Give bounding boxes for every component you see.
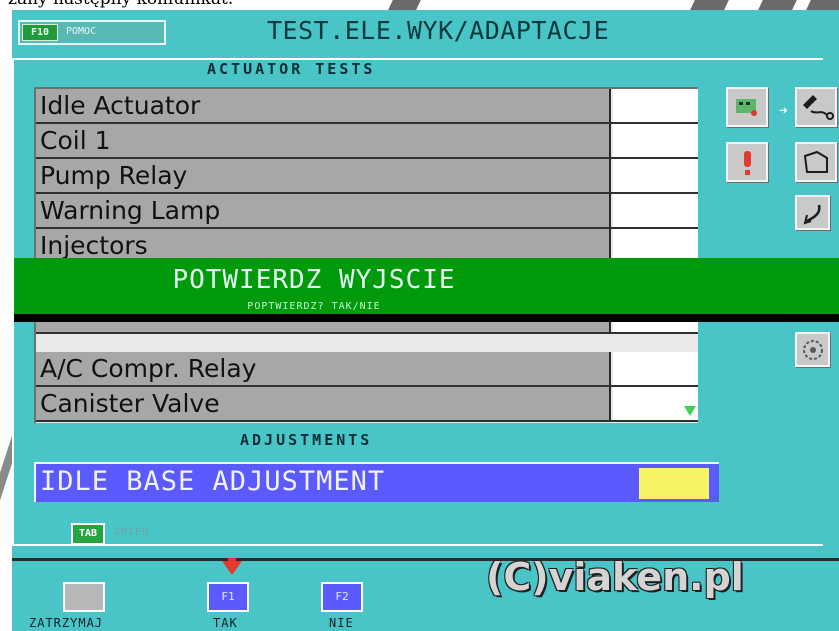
list-item-label: Warning Lamp — [36, 194, 611, 227]
adjustment-item[interactable]: IDLE BASE ADJUSTMENT — [34, 462, 719, 502]
list-item[interactable]: Idle Actuator — [36, 89, 698, 124]
hose-button[interactable] — [795, 142, 837, 182]
f2-button[interactable]: F2 — [321, 582, 363, 612]
alert-button[interactable] — [726, 142, 768, 182]
list-item-value — [613, 159, 698, 192]
car-diagnostic-icon — [736, 99, 757, 116]
title-bar: F10 POMOC TEST.ELE.WYK/ADAPTACJE — [12, 10, 839, 54]
f1-button[interactable]: F1 — [207, 582, 249, 612]
fan-icon — [803, 340, 823, 360]
f1-button-label: TAK — [213, 616, 238, 630]
dialog-subtitle: POPTWIERDZ? TAK/NIE — [247, 301, 381, 312]
help-key[interactable]: F10 — [22, 24, 58, 41]
wrench-icon — [803, 204, 821, 225]
adjustments-title: ADJUSTMENTS — [240, 431, 373, 449]
list-item-label: Pump Relay — [36, 159, 611, 192]
arrow-right-icon: ➜ — [779, 103, 788, 119]
adjustment-item-value — [639, 468, 709, 499]
list-item-label: Idle Actuator — [36, 89, 611, 122]
list-item[interactable]: A/C Compr. Relay — [36, 352, 698, 387]
caption-text: zany następny komunikat. — [8, 0, 233, 9]
decor-stripe — [387, 0, 421, 10]
decor-stripe — [757, 0, 797, 10]
list-item-value — [613, 194, 698, 227]
caption-strip: zany następny komunikat. — [0, 0, 839, 10]
list-item-label: A/C Compr. Relay — [36, 352, 611, 385]
hose-icon — [803, 150, 828, 173]
connector-button[interactable] — [795, 87, 837, 127]
list-item[interactable]: Warning Lamp — [36, 194, 698, 229]
tab-label: ZMIEN — [114, 527, 150, 538]
list-item-value — [613, 124, 698, 157]
car-diagnostic-button[interactable] — [726, 87, 768, 127]
list-item[interactable]: Pump Relay — [36, 159, 698, 194]
decor-stripe — [689, 0, 729, 10]
actuator-tests-title: ACTUATOR TESTS — [207, 60, 376, 78]
list-item-value — [613, 89, 698, 122]
actuator-list[interactable]: Idle Actuator Coil 1 Pump Relay Warning … — [34, 87, 698, 423]
stop-button[interactable] — [63, 582, 105, 612]
dialog-title: POTWIERDZ WYJSCIE — [172, 265, 456, 295]
tab-key[interactable]: TAB — [71, 523, 105, 545]
wrench-button[interactable] — [795, 195, 830, 230]
list-item[interactable]: Coil 1 — [36, 124, 698, 159]
help-button[interactable]: F10 POMOC — [18, 20, 166, 45]
list-item-label: Coil 1 — [36, 124, 611, 157]
connector-icon — [803, 95, 834, 120]
selected-arrow-icon — [222, 561, 242, 575]
list-item[interactable]: Canister Valve — [36, 387, 698, 422]
watermark: (C)viaken.pl — [486, 555, 744, 599]
list-item-label: Canister Valve — [36, 387, 611, 420]
list-item-value — [613, 352, 698, 385]
fan-button[interactable] — [795, 332, 830, 367]
adjustment-item-label: IDLE BASE ADJUSTMENT — [40, 466, 386, 497]
left-margin — [0, 350, 43, 631]
help-label: POMOC — [66, 26, 97, 37]
f2-button-label: NIE — [329, 616, 354, 630]
scroll-down-icon[interactable] — [684, 406, 696, 416]
page-title: TEST.ELE.WYK/ADAPTACJE — [267, 16, 610, 45]
stop-button-label: ZATRZYMAJ — [29, 616, 104, 630]
confirm-dialog[interactable]: POTWIERDZ WYJSCIE POPTWIERDZ? TAK/NIE — [14, 258, 839, 322]
alert-icon — [744, 151, 751, 175]
decor-stripe — [805, 0, 839, 10]
